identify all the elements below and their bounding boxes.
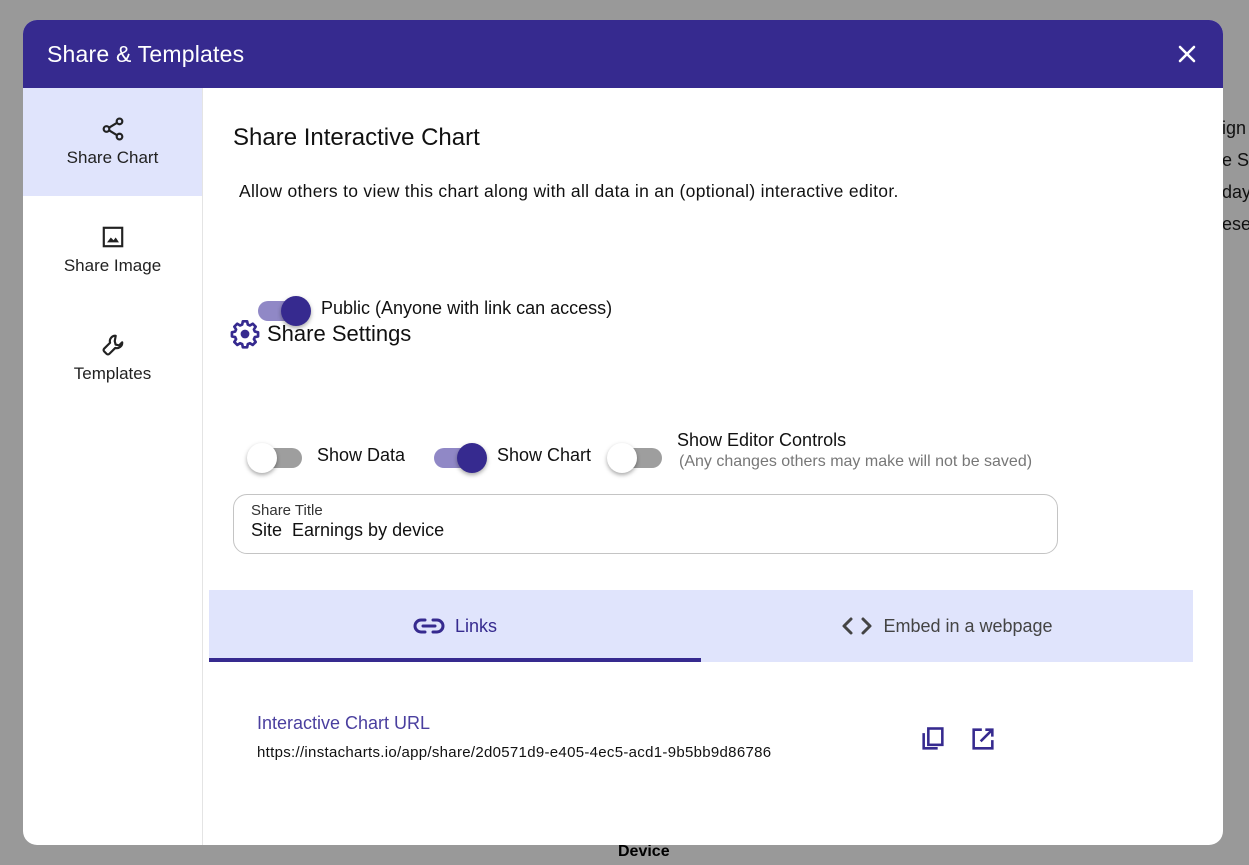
show-chart-toggle-row: Show Chart	[427, 438, 592, 473]
gear-icon	[230, 320, 260, 349]
sidebar-item-label: Templates	[73, 364, 152, 383]
share-title-field[interactable]: Share Title	[233, 494, 1058, 554]
show-editor-controls-note: (Any changes others may make will not be…	[679, 453, 1033, 470]
share-settings-heading: Share Settings	[229, 318, 411, 350]
image-icon	[102, 226, 123, 248]
panel-description: Allow others to view this chart along wi…	[239, 181, 899, 201]
sidebar-item-share-image[interactable]: Share Image	[23, 196, 202, 304]
show-data-toggle-row: Show Data	[247, 438, 406, 473]
tab-links[interactable]: Links	[209, 590, 701, 662]
background-axis-label: Device	[618, 843, 670, 860]
background-text: ese	[1222, 214, 1249, 234]
show-data-label: Show Data	[317, 444, 406, 465]
share-icon	[102, 117, 123, 141]
panel-heading: Share Interactive Chart	[233, 124, 480, 151]
background-text: e S	[1222, 150, 1249, 170]
background-text: day	[1222, 182, 1249, 202]
interactive-chart-url-label: Interactive Chart URL	[257, 713, 431, 733]
dialog-header: Share & Templates	[23, 20, 1223, 88]
show-editor-toggle-row: Show Editor Controls (Any changes others…	[607, 430, 1033, 473]
show-chart-switch[interactable]	[427, 438, 487, 473]
share-chart-panel: Share Interactive Chart Allow others to …	[203, 88, 1223, 845]
sidebar: Share Chart Share Image Templates	[23, 88, 203, 845]
wrench-icon	[102, 334, 123, 356]
tab-embed[interactable]: Embed in a webpage	[701, 590, 1193, 662]
share-title-label: Share Title	[251, 502, 323, 519]
sidebar-item-share-chart[interactable]: Share Chart	[23, 88, 202, 196]
share-tabs: Links Embed in a webpage	[209, 590, 1193, 662]
close-button[interactable]	[1175, 42, 1199, 66]
show-data-switch[interactable]	[247, 438, 302, 473]
open-in-new-icon	[972, 728, 994, 750]
sidebar-item-templates[interactable]: Templates	[23, 304, 202, 412]
dialog-title: Share & Templates	[47, 40, 245, 67]
interactive-chart-url[interactable]: https://instacharts.io/app/share/2d0571d…	[257, 744, 771, 761]
public-switch-label: Public (Anyone with link can access)	[321, 297, 613, 318]
share-title-input[interactable]	[251, 520, 1040, 541]
background-text: ign	[1222, 118, 1247, 138]
tab-embed-label: Embed in a webpage	[883, 615, 1053, 636]
open-url-button[interactable]	[969, 725, 997, 753]
copy-icon	[922, 727, 944, 750]
code-icon	[842, 617, 872, 635]
tab-links-label: Links	[454, 615, 498, 636]
close-icon	[1178, 45, 1196, 63]
link-icon	[413, 618, 445, 634]
share-settings-title: Share Settings	[267, 321, 412, 346]
show-editor-controls-label: Show Editor Controls	[677, 430, 847, 450]
show-editor-controls-switch[interactable]	[607, 438, 662, 473]
sidebar-item-label: Share Image	[63, 256, 162, 275]
show-chart-label: Show Chart	[497, 444, 592, 465]
copy-url-button[interactable]	[919, 725, 947, 753]
share-templates-dialog: Share & Templates Share Chart Share Imag…	[23, 20, 1223, 845]
sidebar-item-label: Share Chart	[66, 148, 159, 167]
